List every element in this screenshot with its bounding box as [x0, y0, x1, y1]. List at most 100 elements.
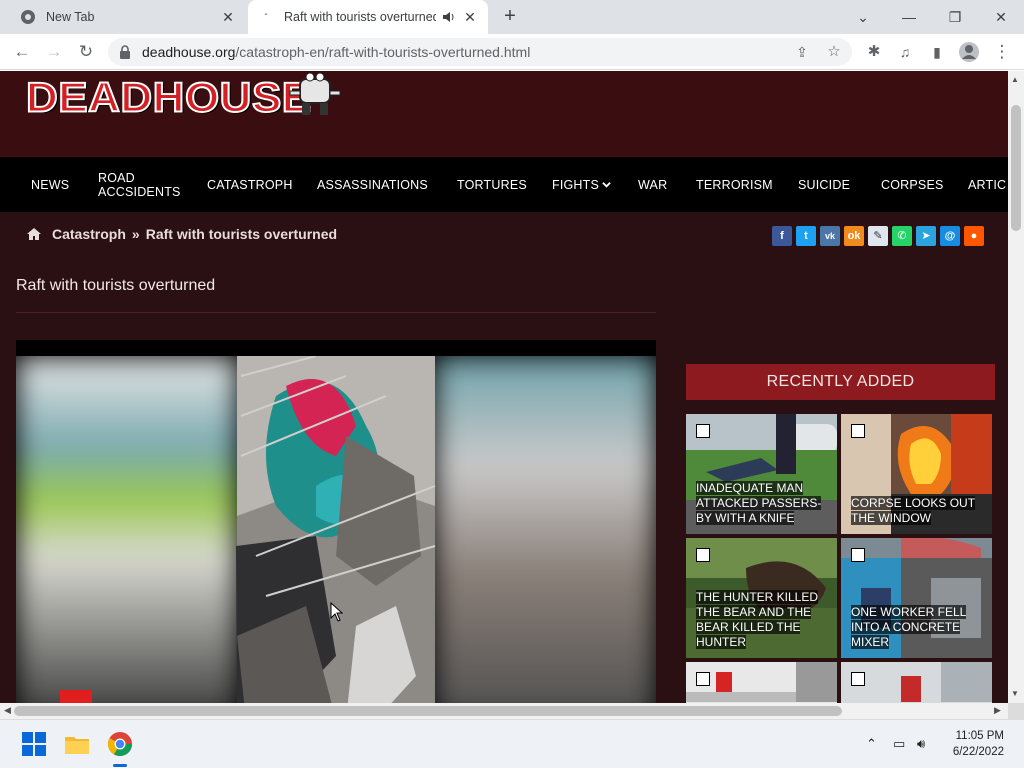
back-icon[interactable]: ←: [10, 40, 34, 64]
close-tab-icon[interactable]: ✕: [220, 9, 236, 25]
facebook-icon[interactable]: f: [772, 226, 792, 246]
side-panel-icon[interactable]: ▮: [925, 40, 949, 64]
close-tab-icon[interactable]: ✕: [462, 9, 478, 25]
menu-kebab-icon[interactable]: ⋮: [990, 40, 1014, 64]
video-play-icon: [851, 672, 865, 686]
scroll-up-icon[interactable]: ▲: [1011, 75, 1019, 84]
breadcrumb: Catastroph » Raft with tourists overturn…: [26, 226, 337, 242]
title-divider: [16, 312, 656, 313]
recently-added-heading: RECENTLY ADDED: [686, 364, 995, 400]
livejournal-icon[interactable]: ✎: [868, 226, 888, 246]
breadcrumb-current: Raft with tourists overturned: [145, 226, 338, 242]
mouse-cursor-icon: [330, 602, 344, 622]
odnoklassniki-icon[interactable]: ok: [844, 226, 864, 246]
email-icon[interactable]: @: [940, 226, 960, 246]
speaker-icon[interactable]: [442, 9, 456, 25]
video-play-icon: [696, 424, 710, 438]
active-app-indicator: [113, 764, 127, 767]
breadcrumb-separator: »: [131, 226, 140, 242]
horizontal-scroll-thumb[interactable]: [14, 706, 842, 716]
nav-war[interactable]: WAR: [638, 157, 667, 212]
reddit-icon[interactable]: ●: [964, 226, 984, 246]
vk-icon[interactable]: vk: [820, 226, 840, 246]
tab-new-tab[interactable]: New Tab ✕: [12, 0, 246, 34]
chrome-icon: [21, 10, 35, 24]
recent-item[interactable]: [686, 662, 837, 703]
bookmark-star-icon[interactable]: ☆: [822, 40, 846, 64]
telegram-icon[interactable]: ➤: [916, 226, 936, 246]
clock-time: 11:05 PM: [955, 730, 1004, 742]
video-play-icon: [851, 424, 865, 438]
site-logo[interactable]: DEADHOUSE: [25, 73, 312, 121]
recent-item-title: CORPSE LOOKS OUT THE WINDOW: [851, 496, 976, 525]
video-play-icon: [696, 672, 710, 686]
close-window-button[interactable]: ✕: [978, 0, 1024, 34]
clock-date: 6/22/2022: [952, 746, 1004, 758]
volume-icon[interactable]: 🔊︎: [917, 736, 925, 752]
recent-item[interactable]: ONE WORKER FELL INTO A CONCRETE MIXER: [841, 538, 992, 658]
tab-active[interactable]: - Raft with tourists overturned ✕: [248, 0, 488, 34]
chrome-taskbar-icon[interactable]: [106, 730, 134, 758]
mascot-logo-icon: [289, 72, 341, 115]
browser-toolbar: ← → ↻ deadhouse.org/catastroph-en/raft-w…: [0, 34, 1024, 70]
twitter-icon[interactable]: t: [796, 226, 816, 246]
url-text: deadhouse.org/catastroph-en/raft-with-to…: [142, 44, 531, 60]
page-viewport: DEADHOUSE NEWS ROAD ACCSIDENTS CATASTROP…: [0, 71, 1008, 703]
home-icon[interactable]: [26, 227, 42, 241]
lock-icon[interactable]: [118, 44, 132, 60]
recent-item[interactable]: [841, 662, 992, 703]
scrollbar-corner: [1008, 703, 1024, 719]
nav-terrorism[interactable]: TERRORISM: [696, 157, 773, 212]
nav-road-accidents[interactable]: ROAD ACCSIDENTS: [98, 157, 188, 212]
share-page-icon[interactable]: ⇪: [790, 40, 814, 64]
recent-item[interactable]: THE HUNTER KILLED THE BEAR AND THE BEAR …: [686, 538, 837, 658]
chevron-down-icon: [602, 182, 611, 188]
new-tab-button[interactable]: +: [498, 5, 522, 29]
system-clock[interactable]: 11:05 PM 6/22/2022: [953, 728, 1004, 760]
minimize-button[interactable]: —: [886, 0, 932, 34]
nav-catastroph[interactable]: CATASTROPH: [207, 157, 293, 212]
video-frame[interactable]: [16, 356, 656, 703]
recent-item-title: INADEQUATE MAN ATTACKED PASSERS-BY WITH …: [696, 481, 822, 525]
network-icon[interactable]: ▭: [893, 736, 905, 752]
video-play-icon: [851, 548, 865, 562]
tab-title: New Tab: [46, 10, 95, 24]
nav-suicide[interactable]: SUICIDE: [798, 157, 850, 212]
tray-chevron-up-icon[interactable]: ⌃: [866, 736, 877, 752]
reload-icon[interactable]: ↻: [74, 40, 98, 64]
recent-item[interactable]: CORPSE LOOKS OUT THE WINDOW: [841, 414, 992, 534]
vertical-scroll-thumb[interactable]: [1011, 105, 1021, 231]
nav-news[interactable]: NEWS: [31, 157, 69, 212]
scroll-left-icon[interactable]: ◀: [4, 705, 11, 716]
main-nav: NEWS ROAD ACCSIDENTS CATASTROPH ASSASSIN…: [0, 157, 1008, 212]
recent-item-title: THE HUNTER KILLED THE BEAR AND THE BEAR …: [696, 590, 819, 649]
restore-button[interactable]: ❐: [932, 0, 978, 34]
tab-title: Raft with tourists overturned: [284, 10, 436, 24]
main-content: Catastroph » Raft with tourists overturn…: [0, 212, 1008, 703]
profile-avatar-icon[interactable]: [957, 40, 981, 64]
nav-tortures[interactable]: TORTURES: [457, 157, 527, 212]
tab-strip: New Tab ✕ - Raft with tourists overturne…: [0, 0, 1024, 34]
forward-icon[interactable]: →: [42, 40, 66, 64]
recent-item[interactable]: INADEQUATE MAN ATTACKED PASSERS-BY WITH …: [686, 414, 837, 534]
nav-fights-label: FIGHTS: [552, 177, 600, 192]
whatsapp-icon[interactable]: ✆: [892, 226, 912, 246]
media-control-icon[interactable]: ♫: [893, 40, 917, 64]
vertical-scrollbar[interactable]: ▲ ▼: [1008, 71, 1024, 703]
nav-articles[interactable]: ARTIC: [968, 157, 1006, 212]
image-gallery-icon: [696, 548, 710, 562]
horizontal-scrollbar[interactable]: ◀ ▶: [0, 703, 1008, 719]
file-explorer-icon[interactable]: [63, 730, 91, 758]
nav-corpses[interactable]: CORPSES: [881, 157, 944, 212]
address-bar[interactable]: deadhouse.org/catastroph-en/raft-with-to…: [108, 38, 852, 66]
breadcrumb-section[interactable]: Catastroph: [52, 226, 126, 242]
scroll-right-icon[interactable]: ▶: [994, 705, 1001, 716]
page-favicon: -: [264, 9, 268, 20]
nav-assassinations[interactable]: ASSASSINATIONS: [317, 157, 428, 212]
tab-search-icon[interactable]: ⌄: [840, 0, 886, 34]
extensions-icon[interactable]: ✱: [862, 40, 886, 64]
video-player[interactable]: [16, 340, 656, 703]
windows-start-icon[interactable]: [20, 730, 48, 758]
nav-fights[interactable]: FIGHTS: [552, 157, 611, 212]
scroll-down-icon[interactable]: ▼: [1011, 689, 1019, 698]
